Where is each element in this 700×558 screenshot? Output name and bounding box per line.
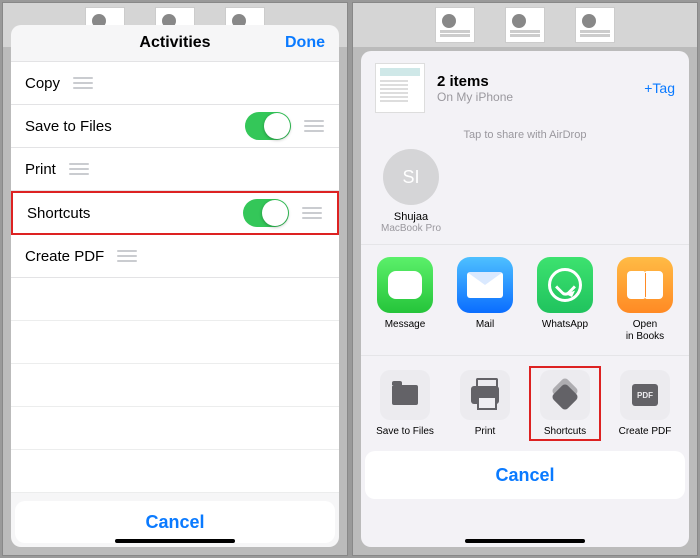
cancel-button[interactable]: Cancel xyxy=(15,501,335,543)
item-thumbnail xyxy=(375,63,425,113)
action-shortcuts[interactable]: Shortcuts xyxy=(529,366,601,441)
message-icon xyxy=(377,257,433,313)
cancel-button[interactable]: Cancel xyxy=(365,451,685,499)
airdrop-contact[interactable]: SI Shujaa MacBook Pro xyxy=(375,149,447,234)
save-toggle[interactable] xyxy=(245,112,291,140)
save-label: Save to Files xyxy=(25,118,112,135)
print-label: Print xyxy=(475,426,496,437)
home-indicator[interactable] xyxy=(115,539,235,543)
print-label: Print xyxy=(25,161,56,178)
tag-button[interactable]: +Tag xyxy=(644,80,675,96)
items-title: 2 items xyxy=(437,73,513,90)
shortcuts-label: Shortcuts xyxy=(27,205,90,222)
home-indicator[interactable] xyxy=(465,539,585,543)
activities-screen: Activities Done Copy Save to Files Print… xyxy=(2,2,348,556)
action-save-to-files[interactable]: Save to Files xyxy=(369,370,441,437)
app-whatsapp[interactable]: WhatsApp xyxy=(529,257,601,343)
mail-label: Mail xyxy=(476,319,494,343)
action-create-pdf[interactable]: PDF Create PDF xyxy=(609,370,681,437)
contact-device: MacBook Pro xyxy=(381,223,441,234)
reorder-icon[interactable] xyxy=(72,77,94,89)
row-shortcuts[interactable]: Shortcuts xyxy=(11,191,339,235)
done-button[interactable]: Done xyxy=(285,34,325,52)
message-label: Message xyxy=(385,319,426,343)
reorder-icon[interactable] xyxy=(116,250,138,262)
books-label: Open in Books xyxy=(626,319,664,343)
createpdf-label: Create PDF xyxy=(25,248,104,265)
shortcuts-label: Shortcuts xyxy=(544,426,586,437)
folder-icon xyxy=(380,370,430,420)
contact-name: Shujaa xyxy=(394,211,428,223)
row-print[interactable]: Print xyxy=(11,148,339,191)
createpdf-label: Create PDF xyxy=(619,426,672,437)
items-subtitle: On My iPhone xyxy=(437,90,513,104)
reorder-icon[interactable] xyxy=(301,207,323,219)
avatar-icon: SI xyxy=(383,149,439,205)
mail-icon xyxy=(457,257,513,313)
app-books[interactable]: Open in Books xyxy=(609,257,681,343)
airdrop-hint: Tap to share with AirDrop xyxy=(361,129,689,141)
shortcuts-icon xyxy=(540,370,590,420)
row-copy[interactable]: Copy xyxy=(11,62,339,105)
whatsapp-label: WhatsApp xyxy=(542,319,588,343)
books-icon xyxy=(617,257,673,313)
copy-label: Copy xyxy=(25,75,60,92)
share-screen: 2 items On My iPhone +Tag Tap to share w… xyxy=(352,2,698,556)
row-create-pdf[interactable]: Create PDF xyxy=(11,235,339,278)
reorder-icon[interactable] xyxy=(68,163,90,175)
row-save-to-files[interactable]: Save to Files xyxy=(11,105,339,148)
background-docs xyxy=(353,3,697,47)
save-label: Save to Files xyxy=(376,426,434,437)
activities-sheet: Activities Done Copy Save to Files Print… xyxy=(11,25,339,547)
activities-title: Activities xyxy=(139,34,210,52)
app-message[interactable]: Message xyxy=(369,257,441,343)
pdf-icon: PDF xyxy=(620,370,670,420)
printer-icon xyxy=(460,370,510,420)
reorder-icon[interactable] xyxy=(303,120,325,132)
whatsapp-icon xyxy=(537,257,593,313)
action-print[interactable]: Print xyxy=(449,370,521,437)
app-mail[interactable]: Mail xyxy=(449,257,521,343)
share-sheet: 2 items On My iPhone +Tag Tap to share w… xyxy=(361,51,689,547)
shortcuts-toggle[interactable] xyxy=(243,199,289,227)
